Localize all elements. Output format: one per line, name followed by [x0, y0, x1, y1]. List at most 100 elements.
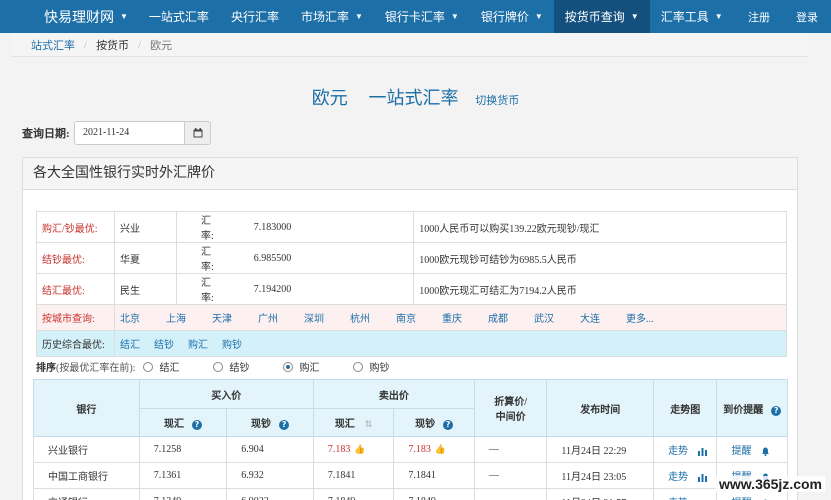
sort-option-label: 结汇	[159, 363, 180, 374]
history-link[interactable]: 购钞	[222, 340, 242, 351]
trend-link[interactable]: 走势	[653, 462, 718, 489]
sort-label: 排序(按最优汇率在前):	[36, 363, 136, 374]
history-links: 结汇 结钞 购汇 购钞	[114, 330, 787, 357]
chevron-down-icon: ▼	[714, 12, 723, 21]
buy-cash: 6.932	[226, 462, 314, 489]
col-sell-cash: 现钞?	[393, 408, 475, 437]
chevron-down-icon: ▼	[630, 12, 639, 21]
city-link[interactable]: 天津	[212, 314, 232, 325]
buy-exchange: 7.1258	[138, 436, 228, 463]
sell-cash: 7.1841	[393, 462, 475, 489]
rate-note: 1000欧元现汇可结汇为7194.2人民币	[413, 273, 787, 305]
buy-exchange: 7.1349	[138, 488, 228, 500]
mid-price: —	[473, 462, 548, 489]
nav-item-label: 按货币查询	[564, 10, 625, 24]
rate-value: 6.985500	[213, 242, 415, 274]
nav-item[interactable]: 按货币查询 ▼	[553, 0, 650, 33]
history-link[interactable]: 结汇	[120, 340, 140, 351]
best-rate-row: 购汇/钞最优: 兴业 汇率: 7.183000 1000人民币可以购买139.22欧元现…	[36, 211, 787, 243]
history-row: 历史综合最优: 结汇 结钞 购汇 购钞	[36, 330, 787, 357]
sort-option[interactable]: 结钞	[213, 359, 249, 374]
rate-label: 汇率:	[175, 273, 214, 305]
register-link[interactable]: 注册	[735, 0, 783, 33]
history-link[interactable]: 购汇	[188, 340, 208, 351]
city-link[interactable]: 大连	[580, 314, 600, 325]
sort-option[interactable]: 购汇	[283, 359, 319, 374]
chevron-down-icon: ▼	[450, 12, 459, 21]
sort-option-label: 购钞	[369, 363, 390, 374]
bank-name: 交通银行	[33, 488, 140, 500]
city-link[interactable]: 杭州	[350, 314, 370, 325]
trend-link[interactable]: 走势	[653, 436, 718, 463]
nav-item-label: 央行汇率	[230, 10, 279, 24]
sort-option-label: 购汇	[299, 363, 320, 374]
city-link[interactable]: 更多...	[626, 314, 654, 325]
city-key: 按城市查询:	[36, 304, 115, 331]
best-rate-bank: 民生	[114, 273, 177, 305]
radio-button[interactable]	[213, 361, 224, 372]
auth-links: 注册 登录	[735, 0, 831, 33]
breadcrumb-link-by-currency[interactable]: 按货币	[96, 37, 129, 53]
nav-item[interactable]: 市场汇率 ▼	[290, 0, 374, 33]
nav-item[interactable]: 一站式汇率	[138, 0, 220, 33]
breadcrumb-current: 欧元	[150, 39, 173, 52]
sell-exchange: 7.183 👍	[312, 436, 395, 463]
city-link[interactable]: 广州	[258, 314, 278, 325]
date-input[interactable]: 2021-11-24	[74, 121, 185, 145]
sell-cash: 7.183 👍	[393, 436, 475, 463]
calendar-button[interactable]	[185, 121, 211, 145]
trend-link[interactable]: 走势	[653, 488, 718, 500]
help-icon[interactable]: ?	[191, 420, 202, 430]
city-link[interactable]: 上海	[166, 314, 186, 325]
login-link[interactable]: 登录	[783, 0, 831, 33]
bank-name: 中国工商银行	[33, 462, 140, 489]
thumbs-up-icon: 👍	[354, 445, 366, 455]
col-mid: 折算价/中间价	[473, 379, 548, 437]
nav-item[interactable]: 银行卡汇率 ▼	[374, 0, 470, 33]
radio-button[interactable]	[143, 361, 154, 372]
sort-icon[interactable]: ⇅	[365, 419, 373, 429]
best-rate-row: 结钞最优: 华夏 汇率: 6.985500 1000欧元现钞可结钞为6985.5人民币	[36, 242, 787, 274]
nav-item-label: 汇率工具	[660, 10, 709, 24]
city-link[interactable]: 北京	[120, 314, 140, 325]
city-link[interactable]: 深圳	[304, 314, 324, 325]
city-link[interactable]: 武汉	[534, 314, 554, 325]
bar-chart-icon	[698, 474, 708, 483]
breadcrumb: 站式汇率 / 按货币 / 欧元	[11, 33, 808, 57]
switch-currency-link[interactable]: 切换货币	[475, 95, 519, 107]
col-buy-exchange: 现汇?	[138, 408, 228, 437]
best-rate-bank: 兴业	[114, 211, 177, 243]
best-rate-key: 结汇最优:	[36, 273, 115, 305]
best-rate-key: 结钞最优:	[36, 242, 115, 274]
chevron-down-icon: ▼	[120, 12, 128, 21]
city-link[interactable]: 南京	[396, 314, 416, 325]
sort-option[interactable]: 结汇	[143, 359, 179, 374]
radio-button[interactable]	[283, 361, 294, 372]
help-icon[interactable]: ?	[771, 405, 782, 416]
page-title: 欧元 一站式汇率 切换货币	[0, 84, 831, 110]
sell-cash: 7.1849	[393, 488, 475, 500]
nav-item[interactable]: 汇率工具 ▼	[650, 0, 734, 33]
breadcrumb-link-onestop[interactable]: 站式汇率	[31, 37, 75, 53]
col-sell-exchange: 现汇 ⇅	[312, 408, 395, 437]
rates-panel: 各大全国性银行实时外汇牌价 购汇/钞最优: 兴业 汇率: 7.183000 1000人民…	[22, 157, 798, 500]
alert-link[interactable]: 提醒	[716, 436, 788, 463]
brand-menu[interactable]: 快易理财网 ▼	[0, 0, 138, 33]
breadcrumb-separator: /	[138, 38, 142, 51]
nav-item[interactable]: 央行汇率	[220, 0, 290, 33]
help-icon[interactable]: ?	[443, 420, 454, 430]
help-icon[interactable]: ?	[279, 420, 290, 430]
rate-value: 7.194200	[213, 273, 415, 305]
history-link[interactable]: 结钞	[154, 340, 174, 351]
sort-option[interactable]: 购钞	[353, 359, 389, 374]
buy-cash: 6.904	[226, 436, 314, 463]
nav-item[interactable]: 银行牌价 ▼	[470, 0, 554, 33]
city-link[interactable]: 成都	[488, 314, 508, 325]
thumbs-up-icon: 👍	[434, 445, 447, 455]
best-rate-row: 结汇最优: 民生 汇率: 7.194200 1000欧元现汇可结汇为7194.2人民币	[36, 273, 787, 305]
city-link[interactable]: 重庆	[442, 314, 462, 325]
col-buy-cash: 现钞?	[226, 408, 314, 437]
col-sell: 卖出价	[312, 379, 475, 409]
radio-button[interactable]	[353, 361, 364, 372]
city-row: 按城市查询: 北京 上海 天津 广州 深圳 杭州 南京 重庆 成都 武汉 大连 更多...	[36, 304, 787, 331]
